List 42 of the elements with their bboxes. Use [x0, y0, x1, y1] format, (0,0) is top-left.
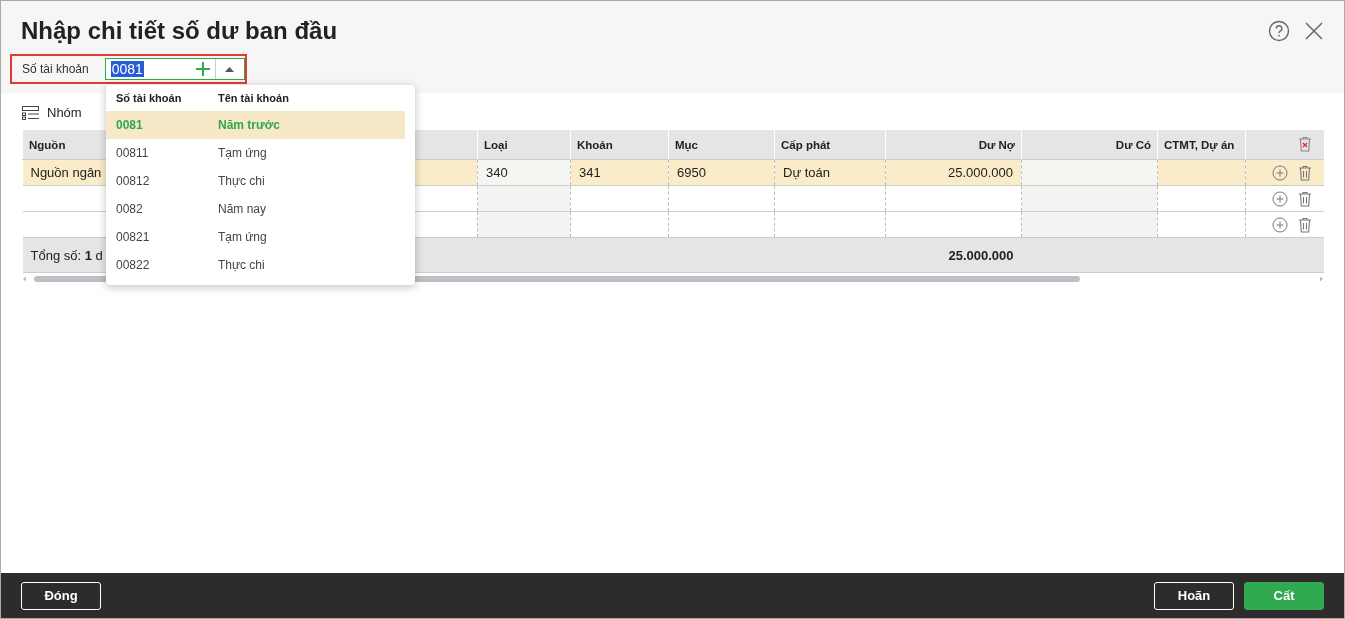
table-cell: Dự toán [783, 165, 830, 180]
plus-icon[interactable] [195, 62, 210, 76]
group-button[interactable]: Nhóm [22, 103, 82, 122]
add-row-icon[interactable] [1272, 216, 1288, 233]
dropdown-option[interactable]: 00812 Thực chi [106, 167, 405, 195]
column-header: Dư Có [1115, 138, 1151, 151]
column-header: Tên tài khoản [218, 92, 290, 104]
add-row-icon[interactable] [1272, 164, 1288, 181]
postpone-button[interactable]: Hoãn [1154, 581, 1234, 610]
caret-icon[interactable] [225, 66, 235, 72]
close-button[interactable]: Đóng [21, 581, 101, 610]
field-label: Số tài khoản [22, 62, 89, 76]
table-cell: 6950 [677, 165, 706, 180]
group-icon [22, 105, 39, 120]
table-cell: 340 [486, 165, 508, 180]
help-icon[interactable] [1268, 20, 1290, 42]
add-row-icon[interactable] [1272, 190, 1288, 207]
dropdown-option[interactable]: 00822 Thực chi [106, 251, 405, 279]
dropdown-option[interactable]: 0082 Năm nay [106, 195, 405, 223]
total-count: Tổng số: 1 d [30, 247, 103, 263]
column-header: Loại [484, 138, 508, 151]
delete-icon[interactable] [1298, 190, 1312, 207]
column-header: Dư Nợ [978, 138, 1015, 151]
table-cell: Nguồn ngân [30, 165, 102, 180]
close-icon[interactable] [1304, 21, 1324, 41]
column-header: Nguồn [29, 138, 66, 151]
total-value: 25.000.000 [948, 247, 1014, 263]
table-cell: 341 [579, 165, 601, 180]
column-header: Cấp phát [781, 138, 831, 151]
column-header: CTMT, Dự án [1164, 138, 1235, 151]
delete-all-icon[interactable] [1298, 135, 1312, 152]
column-header: Số tài khoản [115, 92, 183, 104]
horizontal-scrollbar[interactable] [22, 275, 1324, 283]
window-title: Nhập chi tiết số dư ban đầu [21, 17, 338, 45]
dropdown-option[interactable]: 00811 Tạm ứng [106, 139, 405, 167]
delete-icon[interactable] [1298, 216, 1312, 233]
table-cell: 25.000.000 [947, 165, 1013, 180]
dropdown-option[interactable]: 00821 Tạm ứng [106, 223, 405, 251]
column-header: Mục [675, 138, 698, 151]
column-header: Khoản [577, 138, 613, 151]
delete-icon[interactable] [1298, 164, 1312, 181]
account-combobox[interactable]: 0081 [104, 58, 245, 80]
